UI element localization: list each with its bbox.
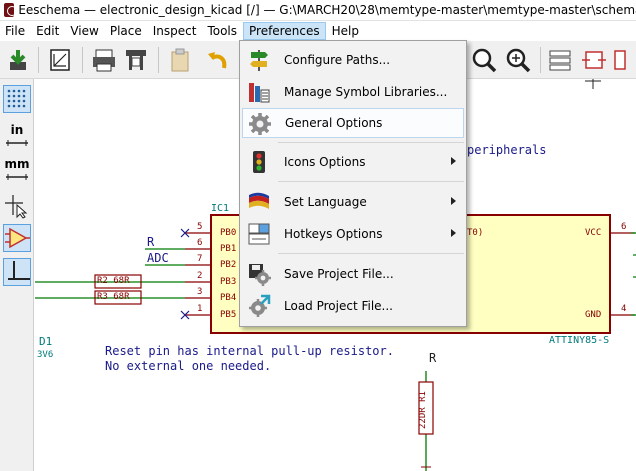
pin-label-pb1: PB1 — [220, 244, 237, 254]
window-title: Eeschema — electronic_design_kicad [/] —… — [18, 3, 636, 17]
resistor-r1-label: 22DR R1 — [418, 391, 428, 429]
diode-d1-value: 3V6 — [37, 350, 54, 360]
diode-d1-reference: D1 — [39, 335, 53, 348]
pin-number-5: 5 — [197, 222, 203, 232]
menu-label-icons-options: Icons Options — [284, 155, 366, 169]
page-settings-icon[interactable] — [46, 46, 74, 74]
ic-value: ATTINY85-S — [549, 335, 610, 346]
plot-icon[interactable] — [122, 46, 150, 74]
pin-number-7: 7 — [197, 254, 203, 264]
pin-label-fragment: T0) — [467, 228, 484, 238]
menu-place[interactable]: Place — [105, 22, 147, 40]
menu-help[interactable]: Help — [327, 22, 364, 40]
traffic-light-icon — [247, 150, 271, 174]
menu-label-general-options: General Options — [285, 116, 383, 130]
library-browser-icon[interactable] — [612, 46, 636, 74]
pin-number-vcc: 6 — [621, 222, 627, 232]
resistor-r3-label: R3 68R — [97, 292, 130, 302]
ic-reference: IC1 — [211, 203, 230, 214]
zoom-selection-icon[interactable] — [504, 46, 532, 74]
save-schematic-icon[interactable] — [4, 46, 32, 74]
pin-label-pb2: PB2 — [220, 260, 237, 270]
schematic-note-line1: Reset pin has internal pull-up resistor. — [105, 344, 394, 358]
menu-item-set-language[interactable]: Set Language — [242, 187, 464, 217]
submenu-arrow-icon — [451, 197, 456, 205]
grid-toggle-icon[interactable] — [3, 85, 31, 113]
flag-icon — [247, 190, 271, 214]
hotkeys-icon — [247, 222, 271, 246]
cursor-shape-icon[interactable] — [3, 191, 31, 219]
schematic-note-line2: No external one needed. — [105, 359, 272, 373]
pin-number-6: 6 — [197, 238, 203, 248]
hierarchy-navigator-icon[interactable] — [546, 46, 574, 74]
gear-icon — [248, 112, 272, 136]
peripherals-comment: peripherals — [467, 143, 547, 157]
zoom-fit-icon[interactable] — [470, 46, 498, 74]
save-gear-icon — [247, 262, 271, 286]
menu-tools[interactable]: Tools — [202, 22, 242, 40]
menu-label-set-language: Set Language — [284, 195, 367, 209]
menu-item-save-project-file[interactable]: Save Project File... — [242, 259, 464, 289]
signpost-icon — [247, 48, 271, 72]
pin-label-vcc: VCC — [585, 228, 602, 238]
pin-label-pb5: PB5 — [220, 310, 237, 320]
net-label-adc: ADC — [147, 251, 169, 265]
undo-icon[interactable] — [204, 46, 232, 74]
menu-view[interactable]: View — [65, 22, 103, 40]
pin-label-pb4: PB4 — [220, 293, 237, 303]
hidden-pins-icon[interactable] — [3, 224, 31, 252]
paste-icon[interactable] — [166, 46, 194, 74]
menu-preferences[interactable]: Preferences — [243, 22, 326, 40]
menu-label-manage-symbol-libraries: Manage Symbol Libraries... — [284, 85, 448, 99]
menu-label-save-project-file: Save Project File... — [284, 267, 394, 281]
menu-inspect[interactable]: Inspect — [148, 22, 202, 40]
menu-item-configure-paths[interactable]: Configure Paths... — [242, 45, 464, 75]
resistor-r2-label: R2 68R — [97, 276, 130, 286]
preferences-dropdown-menu: Configure Paths... Manage Symbol Librari… — [239, 40, 467, 327]
leave-sheet-icon[interactable] — [580, 46, 608, 74]
menu-label-configure-paths: Configure Paths... — [284, 53, 391, 67]
units-inches-button[interactable]: in — [3, 121, 31, 149]
pin-number-2: 2 — [197, 271, 203, 281]
menu-item-manage-symbol-libraries[interactable]: Manage Symbol Libraries... — [242, 77, 464, 107]
menu-item-icons-options[interactable]: Icons Options — [242, 147, 464, 177]
title-bar: Eeschema — electronic_design_kicad [/] —… — [0, 0, 636, 21]
menu-item-general-options[interactable]: General Options — [242, 108, 464, 138]
units-mm-button[interactable]: mm — [3, 155, 31, 183]
menu-edit[interactable]: Edit — [31, 22, 64, 40]
net-label-r-bottom: R — [429, 351, 437, 365]
wire-angle-icon[interactable] — [3, 258, 31, 286]
submenu-arrow-icon — [451, 229, 456, 237]
left-toolbar: in mm — [0, 79, 34, 471]
menu-label-hotkeys-options: Hotkeys Options — [284, 227, 383, 241]
menu-item-load-project-file[interactable]: Load Project File... — [242, 291, 464, 321]
pin-number-1: 1 — [197, 304, 203, 314]
pin-label-pb3: PB3 — [220, 277, 237, 287]
load-gear-icon — [247, 294, 271, 318]
pin-number-gnd: 4 — [621, 304, 627, 314]
library-books-icon — [247, 80, 271, 104]
pin-label-gnd: GND — [585, 310, 602, 320]
menu-label-load-project-file: Load Project File... — [284, 299, 393, 313]
menu-bar: File Edit View Place Inspect Tools Prefe… — [0, 21, 636, 41]
submenu-arrow-icon — [451, 157, 456, 165]
net-label-r: R — [147, 235, 155, 249]
pin-label-pb0: PB0 — [220, 228, 237, 238]
menu-item-hotkeys-options[interactable]: Hotkeys Options — [242, 219, 464, 249]
eeschema-app-icon — [4, 3, 18, 17]
print-icon[interactable] — [90, 46, 118, 74]
menu-file[interactable]: File — [0, 22, 30, 40]
pin-number-3: 3 — [197, 287, 203, 297]
